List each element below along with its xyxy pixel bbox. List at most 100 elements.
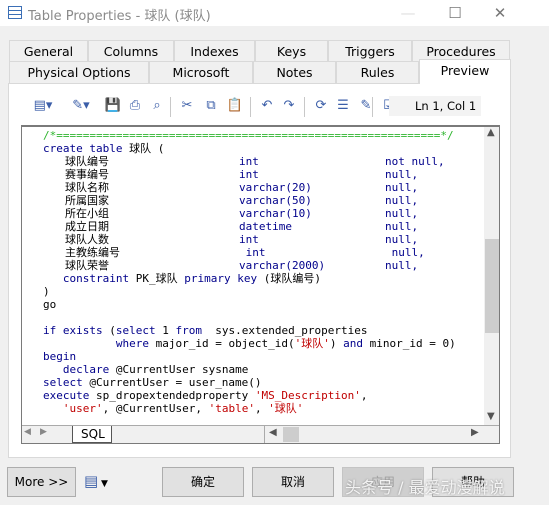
- code-line: go: [43, 298, 483, 311]
- sheet-tab-bar: ◀ ▶ SQL ◀ ▶: [22, 425, 499, 443]
- code-token: primary key: [184, 272, 264, 285]
- column-type: datetime: [239, 220, 292, 233]
- tab-keys[interactable]: Keys: [255, 40, 328, 62]
- undo-icon[interactable]: ↶: [258, 97, 276, 115]
- options-menu-icon[interactable]: ▤ ▼: [84, 472, 114, 492]
- code-line: ): [43, 285, 483, 298]
- column-definition: 球队编号 int not null,: [43, 155, 483, 168]
- tab-triggers[interactable]: Triggers: [328, 40, 412, 62]
- scroll-up-icon[interactable]: ▲: [487, 127, 495, 138]
- copy-icon[interactable]: ⧉: [202, 97, 220, 115]
- column-type: varchar(2000): [239, 259, 326, 272]
- code-token: go: [43, 298, 57, 311]
- code-token: ): [43, 285, 50, 298]
- cursor-position: Ln 1, Col 1: [389, 96, 481, 116]
- code-token: ,: [360, 389, 368, 402]
- column-name: 主教练编号: [65, 246, 120, 259]
- column-definition: 主教练编号 int null,: [43, 246, 483, 259]
- tab-microsoft[interactable]: Microsoft: [149, 61, 253, 83]
- code-token: 'user': [43, 402, 103, 415]
- column-definition: 球队人数 int null,: [43, 233, 483, 246]
- apply-button[interactable]: 应用: [342, 467, 424, 497]
- scroll-right-icon[interactable]: ▶: [471, 427, 479, 438]
- redo-icon[interactable]: ↷: [280, 97, 298, 115]
- column-name: 球队荣誉: [65, 259, 109, 272]
- column-name: 所属国家: [65, 194, 109, 207]
- column-type: int: [239, 233, 259, 246]
- code-line: 'user', @CurrentUser, 'table', '球队': [43, 402, 483, 415]
- code-line: if exists (select 1 from sys.extended_pr…: [43, 324, 483, 337]
- refresh-icon[interactable]: ⟳: [312, 97, 330, 115]
- column-nullability: null,: [385, 181, 419, 194]
- help-button[interactable]: 帮助: [432, 467, 514, 497]
- column-nullability: null,: [385, 207, 419, 220]
- toolbar-separator: [250, 97, 251, 117]
- vertical-scroll-thumb[interactable]: [485, 239, 499, 333]
- code-token: declare: [43, 363, 116, 376]
- sheet-next-icon[interactable]: ▶: [40, 427, 47, 437]
- more-button[interactable]: More >>: [7, 467, 76, 497]
- vertical-scrollbar[interactable]: ▲ ▼: [484, 127, 499, 425]
- code-line: create table 球队 (: [43, 142, 483, 155]
- tab-rules[interactable]: Rules: [336, 61, 419, 83]
- scroll-down-icon[interactable]: ▼: [487, 411, 495, 422]
- code-token: create table: [43, 142, 130, 155]
- code-token: and: [343, 337, 370, 350]
- code-line: select @CurrentUser = user_name(): [43, 376, 483, 389]
- column-type: varchar(20): [239, 181, 312, 194]
- code-token: , @CurrentUser,: [102, 402, 209, 415]
- cancel-button[interactable]: 取消: [252, 467, 334, 497]
- toolbar-separator: [304, 97, 305, 117]
- code-line: begin: [43, 350, 483, 363]
- tab-notes[interactable]: Notes: [253, 61, 336, 83]
- sheet-prev-icon[interactable]: ◀: [24, 427, 31, 437]
- tab-indexes[interactable]: Indexes: [174, 40, 255, 62]
- code-line: /*======================================…: [43, 129, 483, 142]
- column-nullability: null,: [385, 220, 419, 233]
- find-icon[interactable]: ⌕: [148, 97, 166, 115]
- column-name: 所在小组: [65, 207, 109, 220]
- column-definition: 所在小组 varchar(10) null,: [43, 207, 483, 220]
- properties-menu-icon[interactable]: ✎▾: [66, 97, 96, 115]
- sheet-tab-sql[interactable]: SQL: [72, 426, 112, 443]
- code-token: from: [175, 324, 216, 337]
- column-name: 球队人数: [65, 233, 109, 246]
- scroll-left-icon[interactable]: ◀: [269, 427, 277, 438]
- ok-button[interactable]: 确定: [162, 467, 244, 497]
- tab-columns[interactable]: Columns: [88, 40, 174, 62]
- editor-menu-icon[interactable]: ▤▾: [28, 97, 58, 115]
- column-nullability: null,: [385, 259, 419, 272]
- sql-editor[interactable]: /*======================================…: [21, 125, 500, 444]
- cut-icon[interactable]: ✂: [178, 97, 196, 115]
- title-bar: Table Properties - 球队 (球队) — ☐ ✕: [0, 0, 549, 26]
- code-token: @CurrentUser sysname: [115, 363, 249, 376]
- tab-preview[interactable]: Preview: [419, 59, 511, 84]
- tab-physical-options[interactable]: Physical Options: [9, 61, 149, 83]
- code-token: (球队编号): [263, 272, 321, 285]
- code-token: where: [43, 337, 156, 350]
- column-nullability: null,: [385, 246, 425, 259]
- list-icon[interactable]: ☰: [334, 97, 352, 115]
- column-name: 赛事编号: [65, 168, 109, 181]
- horizontal-scroll-thumb[interactable]: [283, 427, 299, 442]
- code-text[interactable]: /*======================================…: [43, 129, 483, 425]
- save-icon[interactable]: 💾: [104, 97, 122, 115]
- column-type: varchar(10): [239, 207, 312, 220]
- horizontal-scrollbar[interactable]: ◀ ▶: [264, 426, 499, 443]
- column-definition: 球队名称 varchar(20) null,: [43, 181, 483, 194]
- close-button[interactable]: ✕: [485, 3, 515, 23]
- code-line: execute sp_dropextendedproperty 'MS_Desc…: [43, 389, 483, 402]
- code-line: where major_id = object_id('球队') and min…: [43, 337, 483, 350]
- minimize-button[interactable]: —: [393, 3, 423, 23]
- tab-general[interactable]: General: [9, 40, 88, 62]
- column-nullability: null,: [385, 233, 419, 246]
- code-token: constraint: [43, 272, 136, 285]
- table-icon: [8, 6, 22, 19]
- code-token: 球队 (: [129, 142, 165, 155]
- code-token: '球队': [294, 337, 330, 350]
- maximize-button[interactable]: ☐: [440, 3, 470, 23]
- print-icon[interactable]: ⎙: [126, 97, 144, 115]
- code-token: PK_球队: [135, 272, 185, 285]
- paste-icon[interactable]: 📋: [226, 97, 244, 115]
